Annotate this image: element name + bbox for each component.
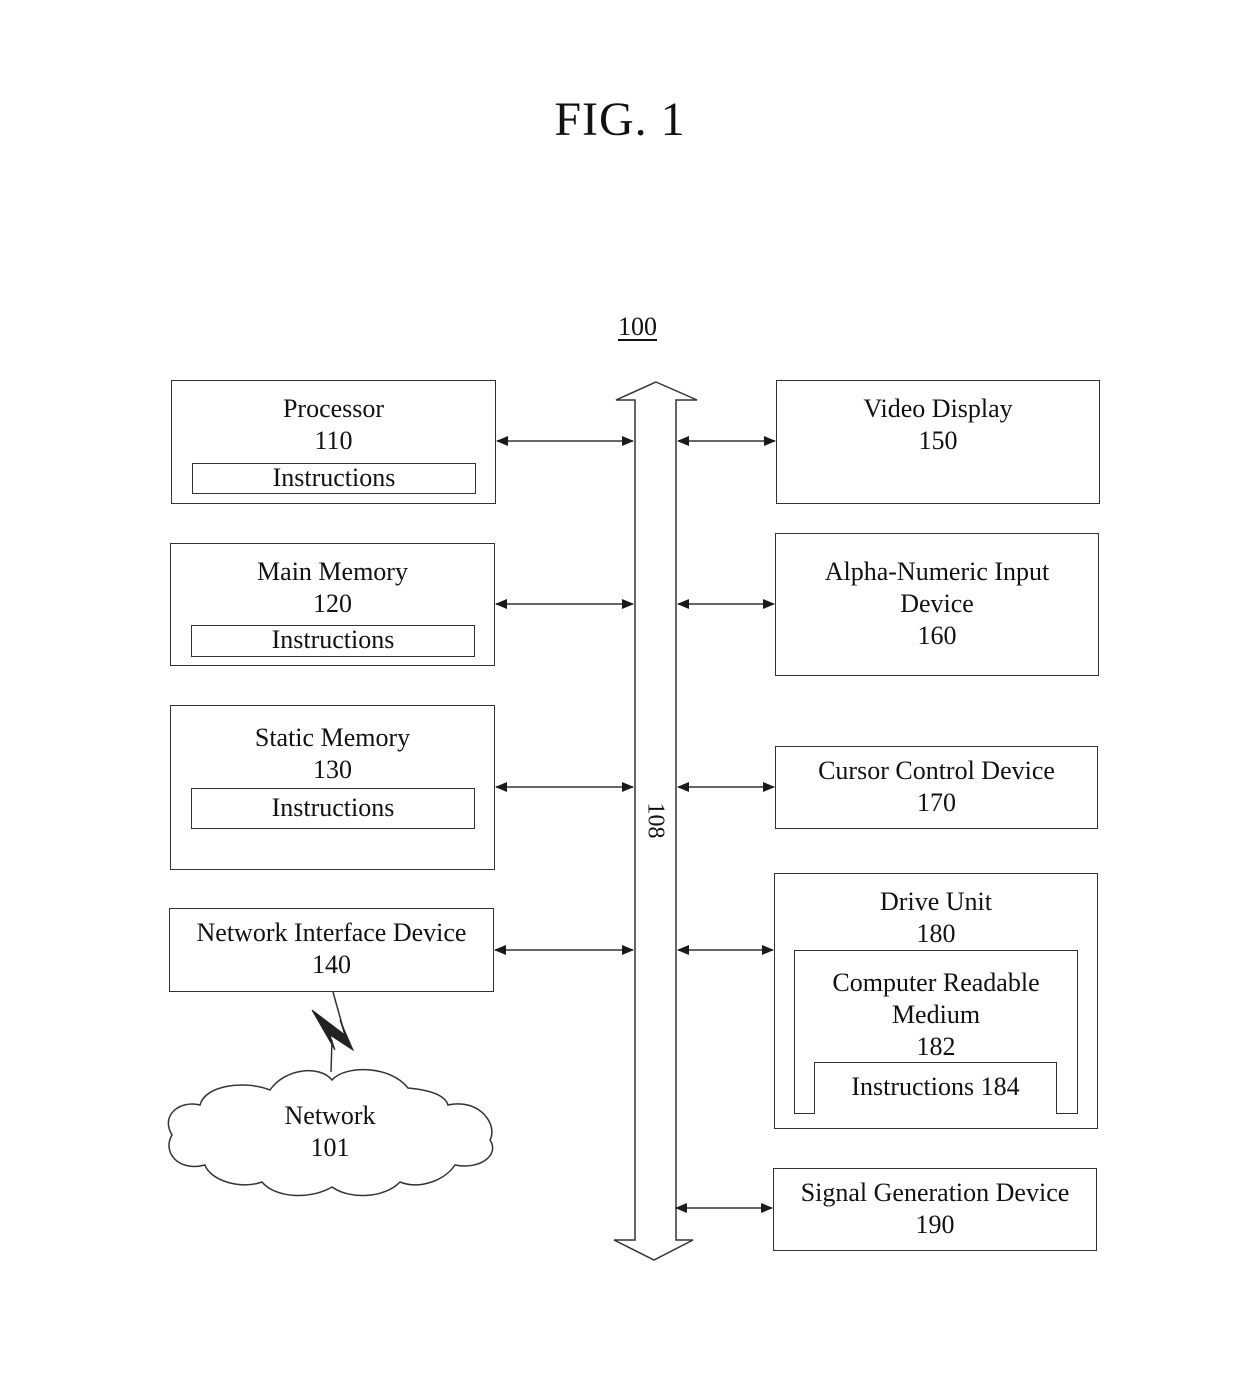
processor-instructions: Instructions xyxy=(192,463,476,494)
processor-ref: 110 xyxy=(314,426,353,455)
alpha-numeric-ref: 160 xyxy=(917,621,957,650)
main-memory-ref: 120 xyxy=(313,589,352,618)
wireless-link-icon xyxy=(311,991,355,1073)
cursor-control-label: Cursor Control Device xyxy=(818,756,1055,785)
computer-readable-medium-box: Computer Readable Medium 182 Instruction… xyxy=(794,950,1078,1114)
cursor-control-box: Cursor Control Device 170 xyxy=(775,746,1098,829)
signal-generation-box: Signal Generation Device 190 xyxy=(773,1168,1097,1251)
drive-instructions-label: Instructions 184 xyxy=(851,1072,1020,1101)
drive-unit-ref: 180 xyxy=(916,919,956,948)
medium-label-line2: Medium xyxy=(891,1000,981,1029)
alpha-numeric-label-line1: Alpha-Numeric Input xyxy=(824,557,1050,586)
drive-instructions-box: Instructions 184 xyxy=(814,1062,1057,1114)
alpha-numeric-label-line2: Device xyxy=(900,589,974,618)
main-memory-label: Main Memory xyxy=(257,557,408,586)
static-memory-label: Static Memory xyxy=(254,723,411,752)
medium-label-line1: Computer Readable xyxy=(832,968,1040,997)
figure-title: FIG. 1 xyxy=(554,93,686,146)
bus-label: 108 xyxy=(642,802,669,838)
signal-generation-label: Signal Generation Device xyxy=(800,1178,1070,1207)
network-name: Network xyxy=(284,1101,376,1130)
medium-ref: 182 xyxy=(916,1032,956,1061)
video-display-box: Video Display 150 xyxy=(776,380,1100,504)
main-memory-instructions: Instructions xyxy=(191,625,475,657)
drive-unit-label: Drive Unit xyxy=(880,887,992,916)
network-label: Network 101 xyxy=(230,1100,430,1164)
video-display-label: Video Display xyxy=(863,394,1013,423)
static-memory-instructions-label: Instructions xyxy=(271,793,395,822)
alpha-numeric-input-box: Alpha-Numeric Input Device 160 xyxy=(775,533,1099,676)
main-memory-box: Main Memory 120 Instructions xyxy=(170,543,495,666)
drive-unit-box: Drive Unit 180 Computer Readable Medium … xyxy=(774,873,1098,1129)
processor-box: Processor 110 Instructions xyxy=(171,380,496,504)
video-display-ref: 150 xyxy=(918,426,958,455)
network-interface-label: Network Interface Device xyxy=(196,918,467,947)
static-memory-instructions: Instructions xyxy=(191,788,475,829)
cursor-control-ref: 170 xyxy=(917,788,956,817)
network-interface-box: Network Interface Device 140 xyxy=(169,908,494,992)
network-ref: 101 xyxy=(310,1133,350,1162)
network-interface-ref: 140 xyxy=(312,950,351,979)
main-memory-instructions-label: Instructions xyxy=(271,625,395,654)
static-memory-ref: 130 xyxy=(313,755,352,784)
signal-generation-ref: 190 xyxy=(915,1210,955,1239)
processor-label: Processor xyxy=(282,394,385,423)
static-memory-box: Static Memory 130 Instructions xyxy=(170,705,495,870)
system-reference: 100 xyxy=(618,312,657,341)
processor-instructions-label: Instructions xyxy=(272,463,396,492)
